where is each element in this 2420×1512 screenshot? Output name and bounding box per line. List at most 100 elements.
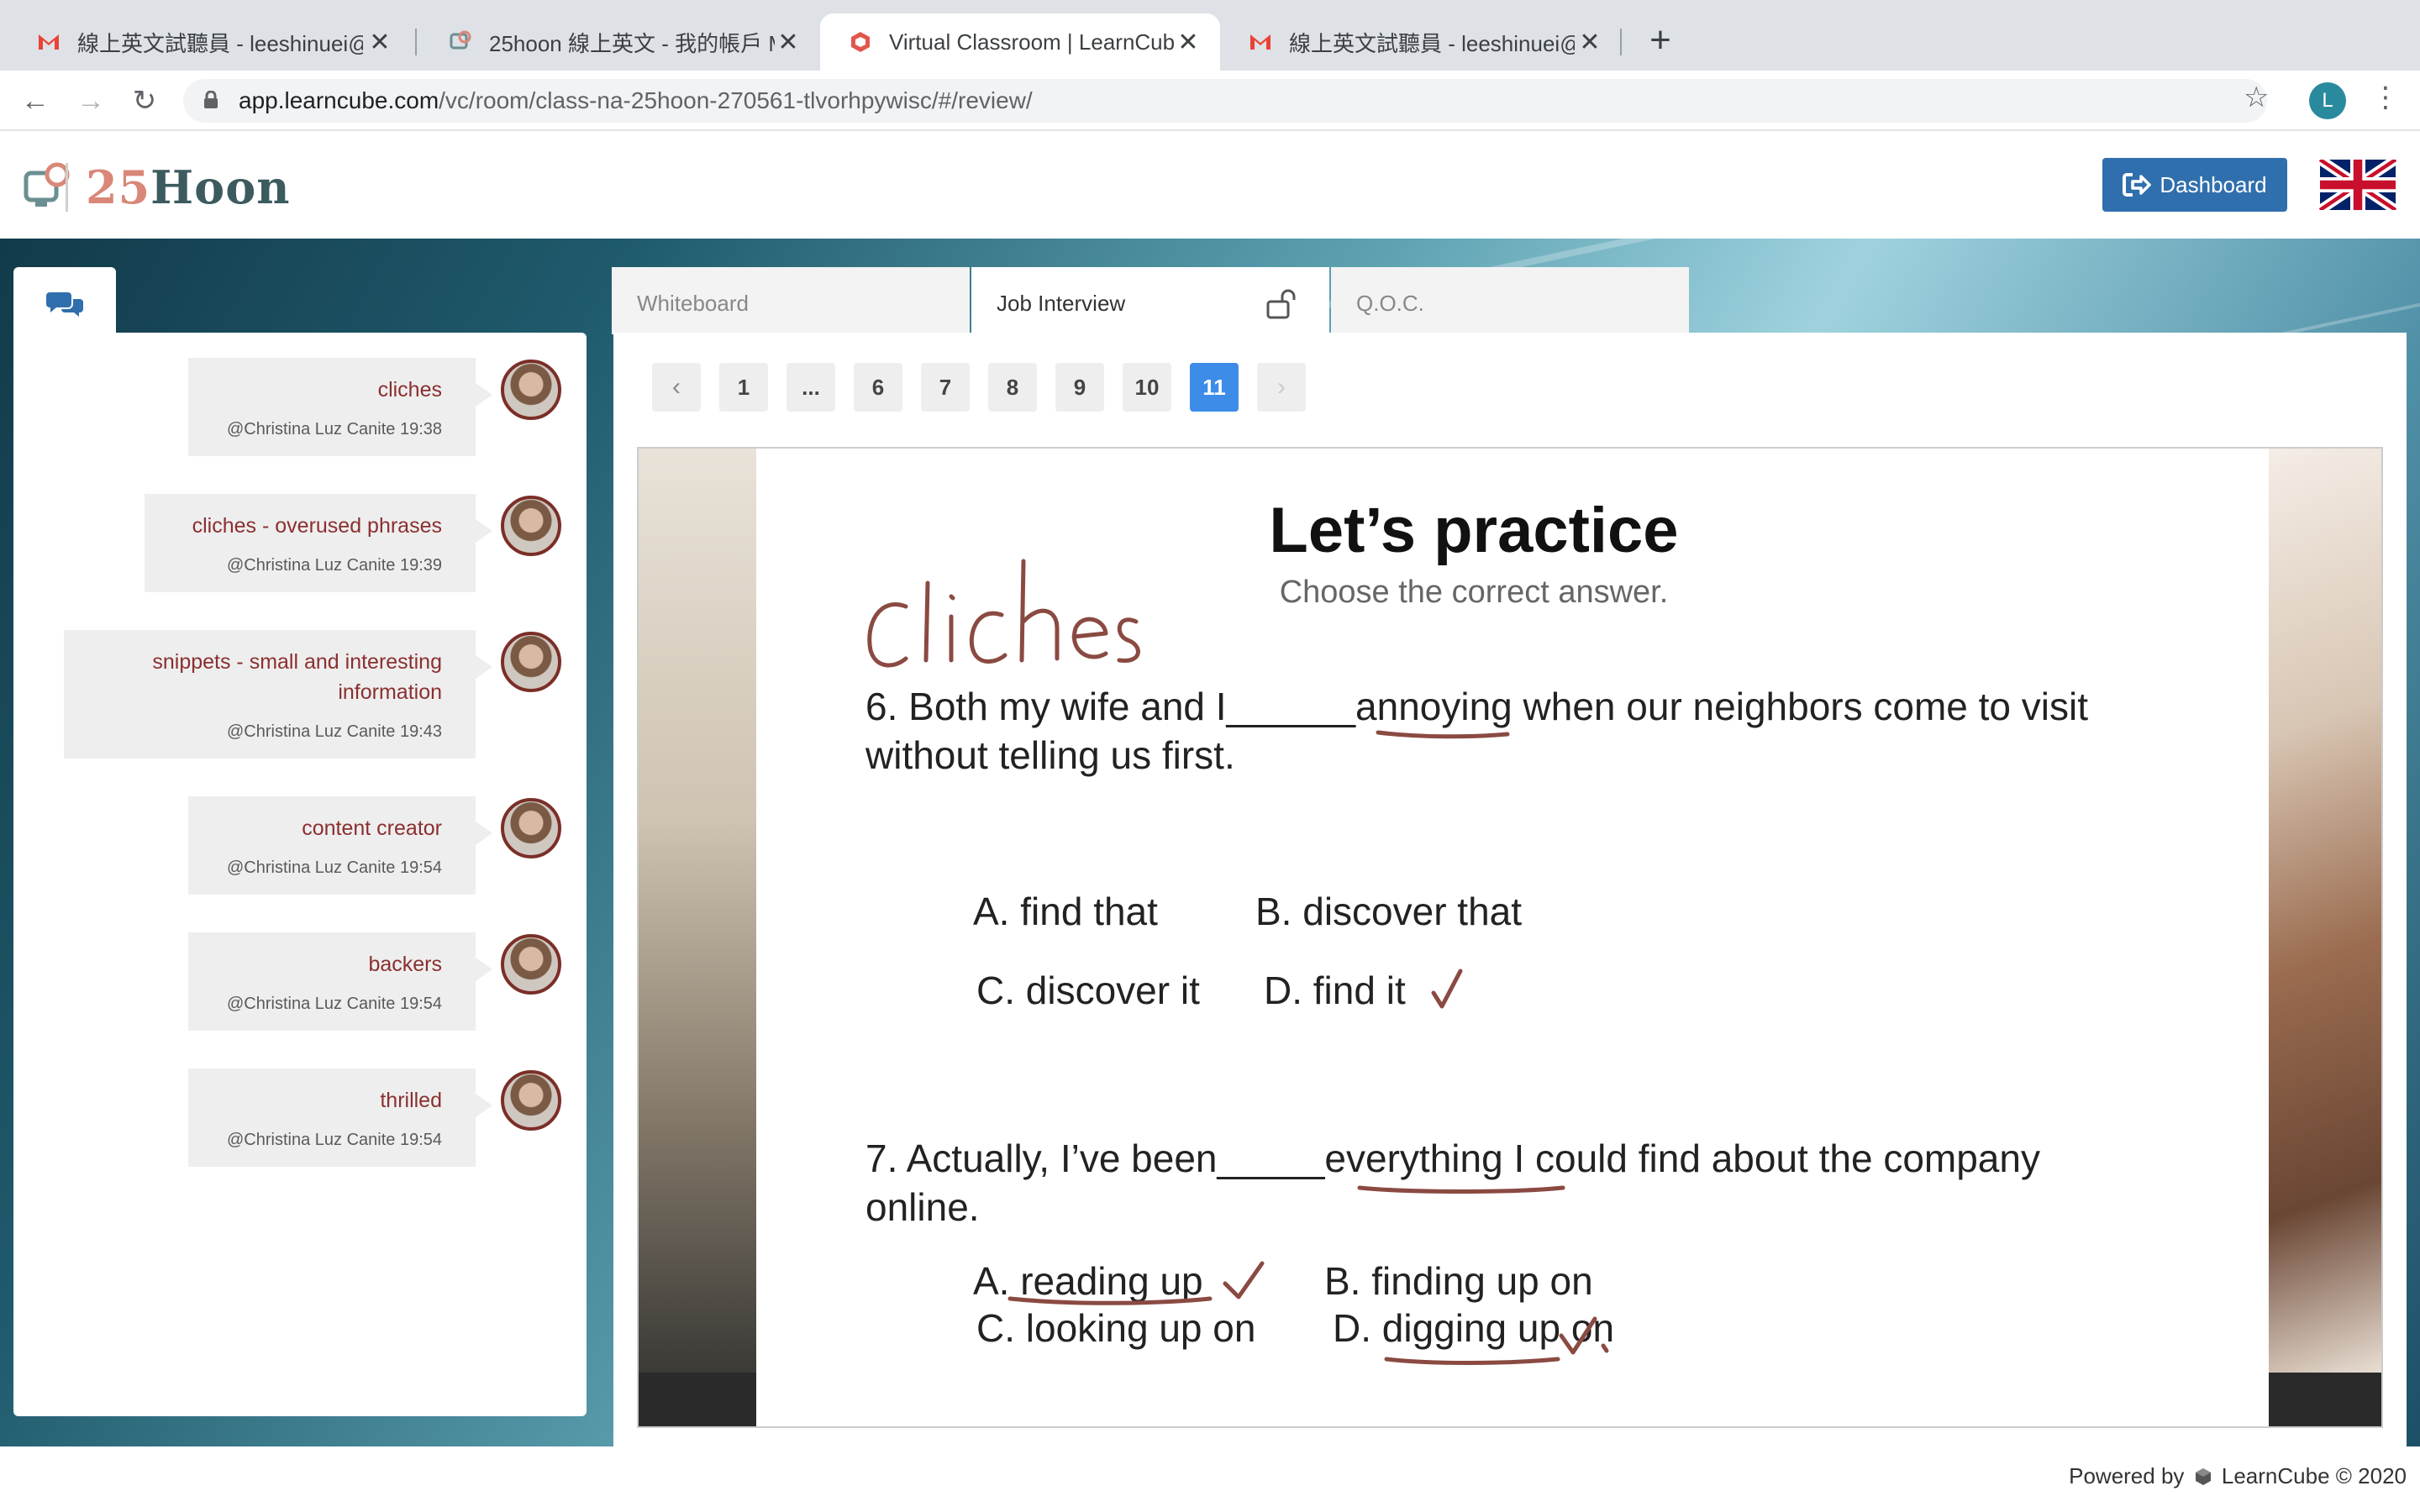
url-text: app.learncube.com/vc/room/class-na-25hoo… <box>239 87 1033 114</box>
tutor-avatar <box>501 1070 561 1131</box>
q7-option-d: D. digging up on <box>1333 1306 1615 1350</box>
reload-icon[interactable]: ↻ <box>126 82 163 119</box>
powered-by: Powered by LearnCube © 2020 <box>2069 1463 2407 1489</box>
chat-message-meta: @Christina Luz Canite 19:54 <box>227 995 442 1013</box>
q6-option-c: C. discover it <box>976 969 1200 1012</box>
brand-number: 25 <box>86 160 151 214</box>
tutor-avatar <box>501 632 561 692</box>
powered-by-label: Powered by <box>2069 1463 2185 1488</box>
question-6-line-1: 6. Both my wife and I______annoying when… <box>865 685 2088 728</box>
question-6: 6. Both my wife and I______annoying when… <box>865 682 2176 780</box>
unlock-icon[interactable] <box>1265 287 1302 321</box>
gmail-icon <box>1249 30 1272 54</box>
tutor-avatar <box>501 496 561 556</box>
chat-message: cliches @Christina Luz Canite 19:38 <box>188 358 492 456</box>
chat-message: backers @Christina Luz Canite 19:54 <box>188 932 492 1031</box>
25hoon-icon <box>449 30 472 54</box>
browser-toolbar: ← → ↻ app.learncube.com/vc/room/class-na… <box>0 71 2420 131</box>
chat-message: cliches - overused phrases @Christina Lu… <box>145 494 492 592</box>
close-tab-icon[interactable]: ✕ <box>1176 28 1200 57</box>
chat-tab[interactable] <box>13 267 116 339</box>
slide-pager: ‹ 1 ... 6 7 8 9 10 11 › <box>652 363 1306 412</box>
page-button[interactable]: 8 <box>988 363 1037 412</box>
url-path: /vc/room/class-na-25hoon-270561-tlvorhpy… <box>439 87 1033 113</box>
close-tab-icon[interactable]: ✕ <box>368 28 392 57</box>
browser-tab-3[interactable]: Virtual Classroom | LearnCube ✕ <box>820 13 1220 71</box>
page-button[interactable]: 9 <box>1055 363 1104 412</box>
question-7-line-1: 7. Actually, I’ve been_____everything I … <box>865 1137 2040 1180</box>
tutor-avatar <box>501 934 561 995</box>
dashboard-label: Dashboard <box>2160 171 2267 197</box>
q7-option-c: C. looking up on <box>976 1306 1256 1350</box>
page-ellipsis[interactable]: ... <box>786 363 835 412</box>
browser-tab-4[interactable]: 線上英文試聽員 - leeshinuei@gm ✕ <box>1220 13 1622 71</box>
forward-arrow-icon[interactable]: → <box>72 82 109 119</box>
browser-tab-2[interactable]: 25hoon 線上英文 - 我的帳戶 My ✕ <box>420 13 820 71</box>
page-button-current[interactable]: 11 <box>1190 363 1239 412</box>
chat-message-meta: @Christina Luz Canite 19:54 <box>227 1131 442 1149</box>
chat-message: content creator @Christina Luz Canite 19… <box>188 796 492 895</box>
page-button[interactable]: 10 <box>1123 363 1171 412</box>
chat-bubbles-icon <box>46 292 83 317</box>
url-host: app.learncube.com <box>239 87 439 113</box>
page-button[interactable]: 1 <box>719 363 768 412</box>
bookmark-star-icon[interactable]: ☆ <box>2244 81 2269 114</box>
prev-page-icon[interactable]: ‹ <box>652 363 701 412</box>
chat-message: thrilled @Christina Luz Canite 19:54 <box>188 1068 492 1167</box>
address-bar[interactable]: app.learncube.com/vc/room/class-na-25hoo… <box>183 79 2267 123</box>
lock-icon <box>204 91 218 108</box>
close-tab-icon[interactable]: ✕ <box>1578 28 1602 57</box>
chat-message-meta: @Christina Luz Canite 19:54 <box>227 858 442 877</box>
tab-divider <box>1620 29 1622 55</box>
q7-option-b: B. finding up on <box>1324 1259 1593 1303</box>
slide-title: Let’s practice <box>1269 495 1679 566</box>
slide-subtitle: Choose the correct answer. <box>1279 575 1669 610</box>
uk-flag-icon[interactable] <box>2319 160 2396 210</box>
q6-option-a: A. find that <box>973 890 1158 933</box>
tab-title: Virtual Classroom | LearnCube <box>889 29 1175 55</box>
tab-title: 線上英文試聽員 - leeshinuei@gm <box>1289 30 1575 56</box>
25hoon-logo[interactable]: 25Hoon <box>24 158 290 217</box>
chat-message-meta: @Christina Luz Canite 19:38 <box>227 420 442 438</box>
tab-qoc[interactable]: Q.O.C. <box>1331 267 1689 334</box>
chat-message-meta: @Christina Luz Canite 19:39 <box>227 556 442 575</box>
chat-message-meta: @Christina Luz Canite 19:43 <box>227 722 442 741</box>
new-tab-button[interactable]: + <box>1640 20 1681 62</box>
chat-message-text: content creator <box>302 816 442 840</box>
chat-message-text: cliches <box>377 378 442 402</box>
tab-divider <box>415 29 417 55</box>
page-button[interactable]: 6 <box>854 363 902 412</box>
site-header: 25Hoon Dashboard <box>0 133 2420 239</box>
lesson-slide[interactable]: Let’s practice Choose the correct answer… <box>637 447 2383 1428</box>
brand-name: 25Hoon <box>86 160 290 214</box>
question-7: 7. Actually, I’ve been_____everything I … <box>865 1134 2176 1231</box>
next-page-icon[interactable]: › <box>1257 363 1306 412</box>
q6-option-d: D. find it <box>1264 969 1406 1012</box>
browser-menu-icon[interactable]: ⋮ <box>2371 81 2400 114</box>
profile-avatar[interactable]: L <box>2309 82 2346 119</box>
page-button[interactable]: 7 <box>921 363 970 412</box>
tutor-avatar <box>501 798 561 858</box>
learncube-icon <box>849 30 872 54</box>
page-footer: Powered by LearnCube © 2020 <box>0 1446 2420 1512</box>
q6-option-b: B. discover that <box>1255 890 1523 933</box>
question-7-line-2: online. <box>865 1185 980 1229</box>
chat-message-text: backers <box>368 953 442 976</box>
chat-message-text: cliches - overused phrases <box>192 514 442 538</box>
chat-panel: cliches @Christina Luz Canite 19:38 clic… <box>13 333 587 1416</box>
logo-mark-icon <box>24 162 70 212</box>
slide-content: Let’s practice Choose the correct answer… <box>756 449 2269 1426</box>
question-6-line-2: without telling us first. <box>865 733 1235 777</box>
classroom-stage: cliches @Christina Luz Canite 19:38 clic… <box>0 239 2420 1446</box>
dashboard-button[interactable]: Dashboard <box>2102 158 2287 212</box>
chat-message-text: thrilled <box>380 1089 442 1112</box>
q7-option-a: A. reading up <box>973 1259 1203 1303</box>
close-tab-icon[interactable]: ✕ <box>776 28 800 57</box>
back-arrow-icon[interactable]: ← <box>17 82 54 119</box>
browser-tab-1[interactable]: 線上英文試聽員 - leeshinuei@gm ✕ <box>8 13 412 71</box>
powered-by-brand[interactable]: LearnCube © 2020 <box>2222 1463 2407 1488</box>
sign-out-icon <box>2123 173 2152 197</box>
tab-title: 線上英文試聽員 - leeshinuei@gm <box>77 30 363 56</box>
tab-whiteboard[interactable]: Whiteboard <box>612 267 970 334</box>
tab-title: 25hoon 線上英文 - 我的帳戶 My <box>489 30 775 56</box>
